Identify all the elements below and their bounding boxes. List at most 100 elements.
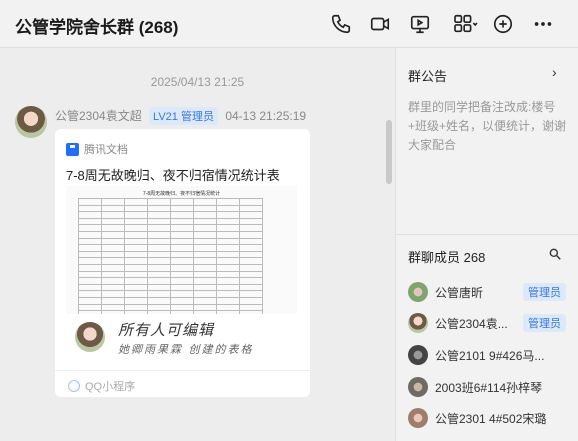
message-timestamp: 2025/04/13 21:25: [150, 75, 245, 89]
sender-avatar[interactable]: [15, 106, 47, 138]
doc-share-card[interactable]: 腾讯文档 7-8周无故晚归、夜不归宿情况统计表 7-8周无故晚归、夜不归宿情况统…: [55, 129, 310, 397]
preview-cell: [193, 283, 217, 292]
member-avatar: [408, 377, 428, 397]
preview-cell: [101, 224, 125, 232]
preview-cell: [124, 250, 148, 259]
preview-cell: [193, 250, 217, 259]
member-item[interactable]: 公管2301 4#502宋璐: [408, 407, 578, 429]
preview-cell: [147, 237, 171, 246]
preview-cell: [78, 198, 102, 206]
card-title: 7-8周无故晚归、夜不归宿情况统计表: [66, 168, 280, 183]
preview-cell: [216, 257, 240, 265]
preview-cell: [170, 244, 194, 252]
message-time: 04-13 21:25:19: [225, 109, 307, 123]
preview-cell: [124, 263, 148, 272]
preview-cell: [147, 296, 171, 305]
member-avatar: [408, 313, 428, 333]
preview-cell: [193, 303, 217, 312]
preview-cell: [101, 257, 125, 265]
preview-cell: [124, 198, 148, 206]
member-item[interactable]: 公管2101 9#426马...: [408, 344, 578, 366]
preview-cell: [101, 270, 125, 279]
preview-cell: [170, 270, 194, 279]
preview-cell: [216, 283, 240, 292]
preview-cell: [78, 204, 102, 213]
preview-cell: [216, 230, 240, 239]
preview-cell: [78, 283, 102, 292]
doc-preview-image: 7-8周无故晚归、夜不归宿情况统计: [66, 186, 297, 314]
preview-cell: [101, 211, 125, 219]
search-icon[interactable]: [548, 247, 562, 266]
author-avatar: [75, 322, 105, 352]
preview-cell: [170, 204, 194, 213]
preview-cell: [170, 250, 194, 259]
preview-cell: [78, 211, 102, 219]
mini-program-icon: [68, 380, 80, 392]
preview-cell: [101, 296, 125, 305]
chat-header: 公管学院舍长群 (268): [0, 0, 578, 48]
preview-cell: [101, 204, 125, 213]
preview-cell: [239, 263, 263, 272]
preview-cell: [78, 303, 102, 312]
preview-cell: [170, 257, 194, 265]
preview-cell: [147, 230, 171, 239]
member-item[interactable]: 2003班6#114孙梓琴: [408, 376, 578, 398]
chat-area[interactable]: 2025/04/13 21:25 公管2304袁文超 LV21 管理员 04-1…: [0, 48, 395, 441]
preview-cell: [239, 283, 263, 292]
preview-cell: [78, 250, 102, 259]
member-name: 2003班6#114孙梓琴: [435, 380, 543, 395]
admin-badge: 管理员: [523, 314, 566, 332]
preview-cell: [216, 198, 240, 206]
preview-cell: [101, 277, 125, 285]
preview-cell: [193, 230, 217, 239]
preview-cell: [147, 217, 171, 226]
preview-cell: [124, 211, 148, 219]
member-avatar: [408, 282, 428, 302]
video-icon[interactable]: [367, 11, 393, 37]
preview-cell: [101, 283, 125, 292]
preview-cell: [124, 257, 148, 265]
member-item[interactable]: 公管2304袁... 管理员: [408, 312, 578, 334]
preview-cell: [147, 290, 171, 298]
preview-cell: [216, 277, 240, 285]
preview-cell: [124, 296, 148, 305]
notice-title[interactable]: 群公告: [408, 66, 447, 85]
chat-scrollbar[interactable]: [386, 120, 392, 184]
screen-share-icon[interactable]: [407, 11, 433, 37]
sender-name[interactable]: 公管2304袁文超: [55, 109, 142, 123]
preview-cell: [101, 290, 125, 298]
preview-cell: [239, 237, 263, 246]
preview-cell: [193, 263, 217, 272]
card-description: 她卿雨果霖 创建的表格: [118, 343, 254, 356]
member-item[interactable]: 公管唐昕 管理员: [408, 281, 578, 303]
member-name: 公管唐昕: [435, 285, 484, 300]
preview-cell: [170, 211, 194, 219]
chevron-right-icon[interactable]: ›: [552, 64, 557, 80]
preview-cell: [78, 230, 102, 239]
preview-cell: [239, 224, 263, 232]
preview-cell: [78, 310, 102, 314]
member-name: 公管2101 9#426马...: [435, 348, 545, 363]
preview-cell: [239, 296, 263, 305]
group-title: 公管学院舍长群 (268): [15, 18, 179, 37]
preview-cell: [147, 244, 171, 252]
preview-cell: [124, 283, 148, 292]
preview-cell: [216, 270, 240, 279]
preview-cell: [216, 310, 240, 314]
preview-cell: [170, 224, 194, 232]
preview-cell: [239, 290, 263, 298]
preview-cell: [193, 204, 217, 213]
phone-icon[interactable]: [328, 11, 354, 37]
card-footer: QQ小程序: [55, 370, 310, 397]
apps-icon[interactable]: [448, 11, 484, 37]
add-icon[interactable]: [490, 11, 516, 37]
preview-cell: [239, 277, 263, 285]
preview-cell: [193, 244, 217, 252]
preview-cell: [147, 224, 171, 232]
more-icon[interactable]: [530, 11, 556, 37]
preview-cell: [101, 303, 125, 312]
notice-text: 群里的同学把备注改成:楼号+班级+姓名，以便统计，谢谢大家配合: [408, 100, 567, 152]
preview-cell: [170, 237, 194, 246]
preview-cell: [78, 296, 102, 305]
preview-cell: [239, 250, 263, 259]
